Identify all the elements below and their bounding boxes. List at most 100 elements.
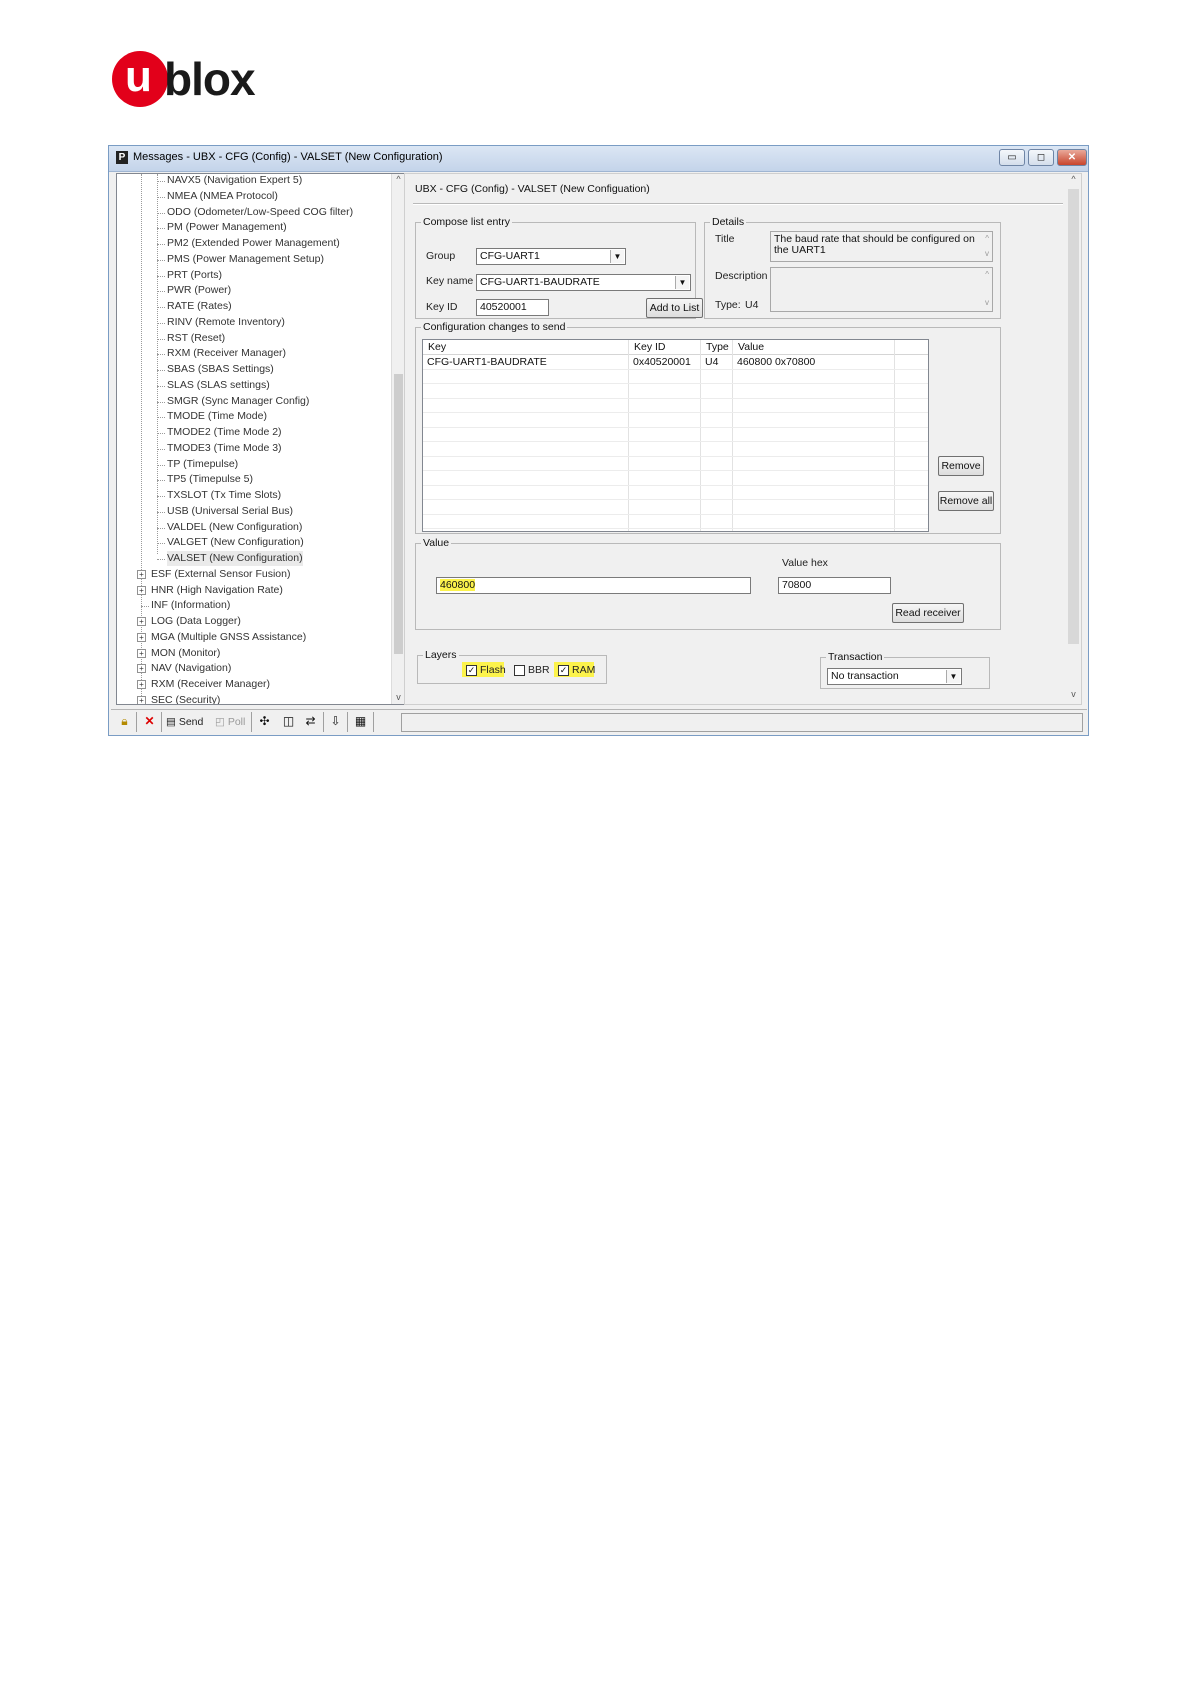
tree-item[interactable]: SBAS (SBAS Settings) <box>167 362 274 377</box>
bbr-checkbox[interactable] <box>514 665 525 676</box>
expand-icon[interactable]: + <box>137 664 146 674</box>
tree-item[interactable]: PWR (Power) <box>167 283 231 298</box>
compare-icon[interactable]: ⇄ <box>303 714 318 729</box>
poll-label: Poll <box>227 716 246 728</box>
ram-checkbox[interactable]: ✓ <box>558 665 569 676</box>
maximize-button[interactable]: ◻ <box>1028 149 1054 166</box>
tree-item[interactable]: SMGR (Sync Manager Config) <box>167 394 309 409</box>
value-hex-field[interactable]: 70800 <box>778 577 891 594</box>
tree-item[interactable]: VALGET (New Configuration) <box>167 535 304 550</box>
binoculars-icon[interactable]: ◫ <box>281 714 296 729</box>
tree-branch-line <box>157 385 165 387</box>
remove-button[interactable]: Remove <box>938 456 984 476</box>
tree-item[interactable]: RST (Reset) <box>167 331 225 346</box>
transaction-legend: Transaction <box>826 651 885 664</box>
tree-branch-line <box>157 401 165 403</box>
keyid-field[interactable]: 40520001 <box>476 299 549 316</box>
row-divider <box>423 383 928 384</box>
bottom-toolbar: 🔒︎ ✕ ▤ Send ◰ Poll ✣ ◫ ⇄ ⇩ ▦ <box>111 709 1087 734</box>
tree-item[interactable]: SLAS (SLAS settings) <box>167 378 270 393</box>
group-label: Group <box>426 250 456 262</box>
changes-table[interactable]: Key Key ID Type Value CFG-UART1-BAUDRATE… <box>422 339 929 532</box>
tree-item[interactable]: PM (Power Management) <box>167 220 287 235</box>
keyname-select[interactable]: CFG-UART1-BAUDRATE ▼ <box>476 274 691 291</box>
tree-item[interactable]: NAVX5 (Navigation Expert 5) <box>167 174 302 188</box>
tree-group[interactable]: MON (Monitor) <box>151 646 220 661</box>
col-keyid: Key ID <box>634 341 666 353</box>
expand-icon[interactable]: + <box>137 632 146 642</box>
tree-item[interactable]: TMODE (Time Mode) <box>167 409 267 424</box>
message-tree[interactable]: NAVX5 (Navigation Expert 5) NMEA (NMEA Pr… <box>116 173 405 705</box>
tree-group[interactable]: INF (Information) <box>151 598 230 613</box>
close-button[interactable]: ✕ <box>1057 149 1087 166</box>
read-receiver-button[interactable]: Read receiver <box>892 603 964 623</box>
print-icon[interactable]: ▦ <box>353 714 368 729</box>
tools-icon[interactable]: ✣ <box>257 714 272 729</box>
tree-item[interactable]: PMS (Power Management Setup) <box>167 252 324 267</box>
add-to-list-button[interactable]: Add to List <box>646 298 703 318</box>
group-select[interactable]: CFG-UART1 ▼ <box>476 248 626 265</box>
tree-item[interactable]: TMODE3 (Time Mode 3) <box>167 441 282 456</box>
scroll-down-arrow: v <box>985 249 989 258</box>
ublox-logo: u blox <box>112 48 272 110</box>
tree-item[interactable]: RINV (Remote Inventory) <box>167 315 285 330</box>
value-group: Value 460800 Value hex 70800 Read receiv… <box>415 537 1001 630</box>
row-divider <box>423 412 928 413</box>
tree-item[interactable]: USB (Universal Serial Bus) <box>167 504 293 519</box>
tree-group[interactable]: MGA (Multiple GNSS Assistance) <box>151 630 306 645</box>
tree-group[interactable]: NAV (Navigation) <box>151 661 231 676</box>
tree-item[interactable]: VALDEL (New Configuration) <box>167 520 302 535</box>
scroll-thumb[interactable] <box>394 374 403 654</box>
cell-value: 460800 0x70800 <box>737 356 816 368</box>
tree-item[interactable]: VALSET (New Configuration) <box>167 551 303 566</box>
tree-item[interactable]: TXSLOT (Tx Time Slots) <box>167 488 281 503</box>
expand-icon[interactable]: + <box>137 617 146 626</box>
send-button[interactable]: ▤ Send <box>166 713 203 731</box>
transaction-select[interactable]: No transaction ▼ <box>827 668 962 685</box>
lock-icon[interactable]: 🔒︎ <box>117 714 132 729</box>
tree-item[interactable]: ODO (Odometer/Low-Speed COG filter) <box>167 205 353 220</box>
tree-group[interactable]: LOG (Data Logger) <box>151 614 241 629</box>
tree-branch-line <box>157 433 165 434</box>
tree-branch-line <box>157 496 165 497</box>
poll-button[interactable]: ◰ Poll <box>215 713 245 731</box>
minimize-button[interactable]: ▭ <box>999 149 1025 166</box>
tree-group[interactable]: HNR (High Navigation Rate) <box>151 583 283 598</box>
tree-branch-line <box>157 322 165 324</box>
tree-item[interactable]: NMEA (NMEA Protocol) <box>167 189 278 204</box>
tree-item[interactable]: PM2 (Extended Power Management) <box>167 236 340 251</box>
panel-scrollbar[interactable]: ^ v <box>1067 174 1080 702</box>
tree-group[interactable]: ESF (External Sensor Fusion) <box>151 567 290 582</box>
expand-icon[interactable]: + <box>137 585 146 595</box>
tree-item[interactable]: TP5 (Timepulse 5) <box>167 472 253 487</box>
tree-scrollbar[interactable]: ^ v <box>391 174 404 704</box>
tree-branch-line <box>157 527 165 529</box>
tree-branch-line <box>157 417 165 419</box>
value-field[interactable]: 460800 <box>436 577 751 594</box>
tree-item[interactable]: RXM (Receiver Manager) <box>167 346 286 361</box>
tree-group[interactable]: SEC (Security) <box>151 693 220 704</box>
expand-icon[interactable]: + <box>137 569 146 579</box>
tree-branch-line <box>157 354 165 356</box>
expand-icon[interactable]: + <box>137 680 146 689</box>
delete-icon[interactable]: ✕ <box>142 714 157 729</box>
row-divider <box>423 513 928 515</box>
flash-checkbox[interactable]: ✓ <box>466 665 477 676</box>
expand-icon[interactable]: + <box>137 648 146 658</box>
scroll-up-arrow[interactable]: ^ <box>1067 174 1080 184</box>
compose-legend: Compose list entry <box>421 216 512 229</box>
tree-item[interactable]: PRT (Ports) <box>167 268 222 283</box>
bbr-label: BBR <box>528 664 550 676</box>
row-divider <box>423 441 928 442</box>
expand-icon[interactable]: + <box>137 695 146 704</box>
tree-item[interactable]: TMODE2 (Time Mode 2) <box>167 425 282 440</box>
tree-item[interactable]: RATE (Rates) <box>167 299 232 314</box>
remove-all-button[interactable]: Remove all <box>938 491 994 511</box>
transaction-group: Transaction No transaction ▼ <box>820 651 990 689</box>
tree-group[interactable]: RXM (Receiver Manager) <box>151 677 270 692</box>
scroll-thumb[interactable] <box>1068 189 1079 644</box>
scroll-down-arrow[interactable]: v <box>1067 689 1080 699</box>
import-icon[interactable]: ⇩ <box>328 714 343 729</box>
tree-item[interactable]: TP (Timepulse) <box>167 457 238 472</box>
poll-icon: ◰ <box>215 716 228 728</box>
